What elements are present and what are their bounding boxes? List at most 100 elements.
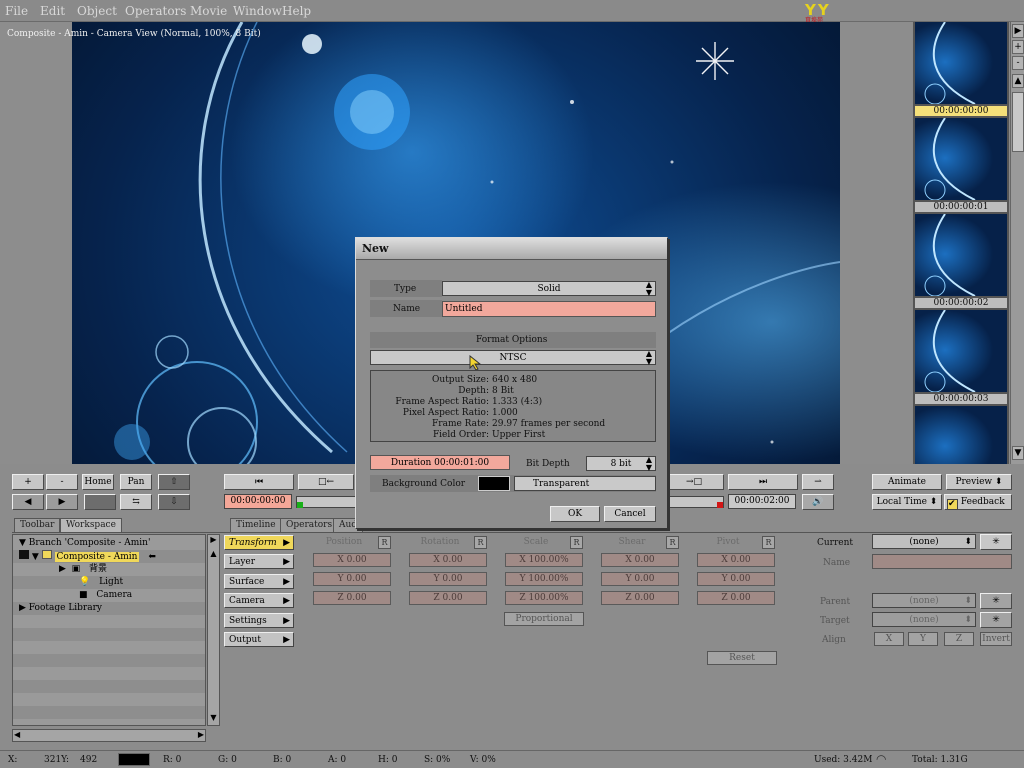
rotation-x-field[interactable]: X 0.00: [409, 553, 487, 567]
down-arrow-button[interactable]: ⇩: [158, 494, 190, 510]
position-x-field[interactable]: X 0.00: [313, 553, 391, 567]
filmstrip-zoom-in-button[interactable]: +: [1012, 40, 1024, 54]
current-dropdown[interactable]: (none) ⬍: [872, 534, 976, 549]
back-button[interactable]: ◀: [12, 494, 44, 510]
go-to-end-button[interactable]: ⏭: [728, 474, 798, 490]
color-swatch-button[interactable]: [84, 494, 116, 510]
tree-footage-library[interactable]: ▶ Footage Library: [13, 602, 205, 615]
name-input[interactable]: Untitled: [442, 301, 656, 317]
ok-button[interactable]: OK: [550, 506, 600, 522]
menu-movie[interactable]: Movie: [190, 4, 227, 18]
next-key-button[interactable]: →□: [664, 474, 724, 490]
scroll-right-icon[interactable]: ▶: [198, 730, 204, 739]
group-camera-button[interactable]: Camera ▶: [224, 593, 294, 608]
film-frame[interactable]: 00:00:00:02: [913, 214, 1009, 308]
tree-vertical-scrollbar[interactable]: ▶ ▲ ▼: [207, 534, 220, 726]
zoom-out-button[interactable]: -: [46, 474, 78, 490]
film-frame[interactable]: 00:00:00:00: [913, 22, 1009, 116]
film-frame[interactable]: 00:00:00:01: [913, 118, 1009, 212]
filmstrip-scrollbar[interactable]: ▶ + - ▲ ▼: [1010, 22, 1024, 464]
local-time-dropdown[interactable]: Local Time ⬍: [872, 494, 942, 510]
film-frame[interactable]: [913, 406, 1009, 464]
filmstrip[interactable]: 00:00:00:00 00:00:00:01 00:00:00:02 00:0…: [913, 22, 1009, 464]
forward-button[interactable]: ▶: [46, 494, 78, 510]
scroll-up-icon[interactable]: ▲: [208, 549, 219, 561]
menu-window[interactable]: Window: [233, 4, 282, 18]
align-z-button[interactable]: Z: [944, 632, 974, 646]
scroll-down-icon[interactable]: ▼: [208, 713, 219, 725]
filmstrip-play-button[interactable]: ▶: [1012, 24, 1024, 38]
bit-depth-dropdown[interactable]: 8 bit ▲ ▼: [586, 456, 656, 472]
reset-rotation-button[interactable]: R: [474, 536, 487, 549]
rotation-y-field[interactable]: Y 0.00: [409, 572, 487, 586]
position-z-field[interactable]: Z 0.00: [313, 591, 391, 605]
timeline-slider-end[interactable]: [664, 496, 724, 508]
reset-shear-button[interactable]: R: [666, 536, 679, 549]
object-name-field[interactable]: [872, 554, 1012, 569]
target-pick-button[interactable]: ✳: [980, 612, 1012, 628]
tab-timeline[interactable]: Timeline: [230, 518, 282, 532]
end-time-field[interactable]: 00:00:02:00: [728, 494, 796, 509]
tree-camera[interactable]: ■ Camera: [13, 589, 205, 602]
parent-pick-button[interactable]: ✳: [980, 593, 1012, 609]
pivot-z-field[interactable]: Z 0.00: [697, 591, 775, 605]
target-dropdown[interactable]: (none) ⬍: [872, 612, 976, 627]
transparent-button[interactable]: Transparent: [514, 476, 656, 491]
tab-operators[interactable]: Operators: [280, 518, 339, 532]
go-to-start-button[interactable]: ⏮: [224, 474, 294, 490]
pivot-y-field[interactable]: Y 0.00: [697, 572, 775, 586]
group-surface-button[interactable]: Surface ▶: [224, 574, 294, 589]
audio-button[interactable]: 🔊: [802, 494, 834, 510]
menu-object[interactable]: Object: [77, 4, 117, 18]
shear-x-field[interactable]: X 0.00: [601, 553, 679, 567]
reset-pivot-button[interactable]: R: [762, 536, 775, 549]
reset-scale-button[interactable]: R: [570, 536, 583, 549]
reset-position-button[interactable]: R: [378, 536, 391, 549]
pivot-x-field[interactable]: X 0.00: [697, 553, 775, 567]
scale-z-field[interactable]: Z 100.00%: [505, 591, 583, 605]
scroll-up-button[interactable]: ▲: [1012, 74, 1024, 88]
group-output-button[interactable]: Output ▶: [224, 632, 294, 647]
align-x-button[interactable]: X: [874, 632, 904, 646]
filmstrip-zoom-out-button[interactable]: -: [1012, 56, 1024, 70]
current-time-field[interactable]: 00:00:00:00: [224, 494, 292, 509]
background-color-swatch[interactable]: [478, 476, 510, 491]
menu-help[interactable]: Help: [282, 4, 311, 18]
current-pick-button[interactable]: ✳: [980, 534, 1012, 550]
cancel-button[interactable]: Cancel: [604, 506, 656, 522]
group-layer-button[interactable]: Layer ▶: [224, 554, 294, 569]
tab-workspace[interactable]: Workspace: [60, 518, 122, 532]
home-button[interactable]: Home: [82, 474, 114, 490]
invert-button[interactable]: Invert: [980, 632, 1012, 646]
menu-file[interactable]: File: [5, 4, 28, 18]
timeline-slider[interactable]: [296, 496, 356, 508]
loop-button[interactable]: ⇀: [802, 474, 834, 490]
position-y-field[interactable]: Y 0.00: [313, 572, 391, 586]
pan-button[interactable]: Pan: [120, 474, 152, 490]
group-settings-button[interactable]: Settings ▶: [224, 613, 294, 628]
parent-dropdown[interactable]: (none) ⬍: [872, 593, 976, 608]
feedback-checkbox[interactable]: ✔ Feedback: [944, 494, 1012, 510]
scroll-thumb[interactable]: [1012, 92, 1024, 152]
zoom-in-button[interactable]: +: [12, 474, 44, 490]
group-transform-button[interactable]: Transform ▶: [224, 535, 294, 550]
tree-background-layer[interactable]: ▶ ▣ 背景: [13, 563, 205, 576]
shear-y-field[interactable]: Y 0.00: [601, 572, 679, 586]
tab-toolbar[interactable]: Toolbar: [14, 518, 61, 532]
tree-composite[interactable]: ▼ Composite - Amin ⬅: [13, 550, 205, 563]
scroll-left-icon[interactable]: ◀: [14, 730, 20, 739]
animate-button[interactable]: Animate: [872, 474, 942, 490]
proportional-button[interactable]: Proportional: [504, 612, 584, 626]
scale-y-field[interactable]: Y 100.00%: [505, 572, 583, 586]
preview-dropdown[interactable]: Preview ⬍: [946, 474, 1012, 490]
format-dropdown[interactable]: NTSC ▲ ▼: [370, 350, 656, 366]
film-frame[interactable]: 00:00:00:03: [913, 310, 1009, 404]
scale-x-field[interactable]: X 100.00%: [505, 553, 583, 567]
tree-light[interactable]: 💡 Light: [13, 576, 205, 589]
workspace-tree[interactable]: ▼ Branch 'Composite - Amin' ▼ Composite …: [12, 534, 206, 726]
up-arrow-button[interactable]: ⇧: [158, 474, 190, 490]
tree-horizontal-scrollbar[interactable]: ◀ ▶: [12, 729, 206, 742]
link-button[interactable]: ⇆: [120, 494, 152, 510]
align-y-button[interactable]: Y: [908, 632, 938, 646]
menu-edit[interactable]: Edit: [40, 4, 65, 18]
